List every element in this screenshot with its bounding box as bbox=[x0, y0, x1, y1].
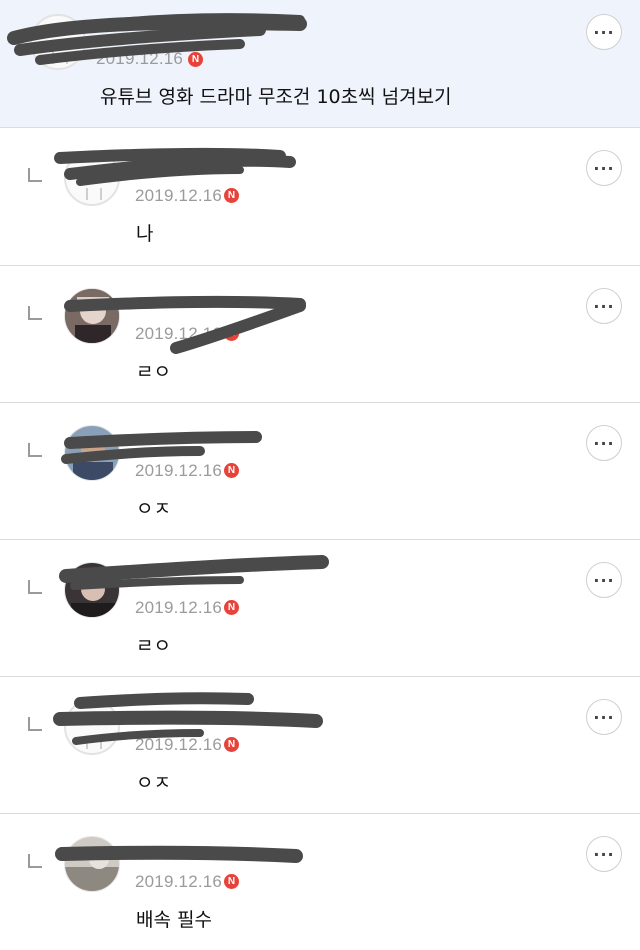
more-options-button[interactable]: ... bbox=[586, 288, 622, 324]
comment-item: 2019.12.16 N ㅇㅈ ... bbox=[0, 403, 640, 540]
name-redaction bbox=[7, 13, 307, 65]
comment-text: ㅇㅈ bbox=[136, 772, 171, 794]
comment-item: 2019.12.16 N ㅇㅈ ... bbox=[0, 677, 640, 814]
comment-text: 유튜브 영화 드라마 무조건 10초씩 넘겨보기 bbox=[100, 86, 452, 108]
more-options-button[interactable]: ... bbox=[586, 562, 622, 598]
comment-text: 나 bbox=[136, 223, 154, 245]
more-dots-icon: ... bbox=[593, 841, 615, 860]
more-dots-icon: ... bbox=[593, 704, 615, 723]
comment-item: 2019.12.16 N 유튜브 영화 드라마 무조건 10초씩 넘겨보기 ..… bbox=[0, 0, 640, 128]
comment-item: 2019.12.16 N ㄹㅇ ... bbox=[0, 540, 640, 677]
comment-text: ㅇㅈ bbox=[136, 498, 171, 520]
name-redaction bbox=[55, 845, 303, 863]
more-dots-icon: ... bbox=[593, 293, 615, 312]
comment-item: 2019.12.16 N 배속 필수 ... bbox=[0, 814, 640, 950]
more-dots-icon: ... bbox=[593, 430, 615, 449]
comment-item: 2019.12.16 N ㄹㅇ ... bbox=[0, 266, 640, 403]
more-options-button[interactable]: ... bbox=[586, 425, 622, 461]
comment-text: 배속 필수 bbox=[136, 909, 212, 931]
name-redaction bbox=[64, 295, 306, 354]
more-options-button[interactable]: ... bbox=[586, 14, 622, 50]
name-redaction bbox=[61, 431, 262, 464]
name-redaction bbox=[54, 147, 296, 186]
name-redaction bbox=[59, 555, 329, 590]
name-redaction bbox=[53, 692, 323, 745]
comment-text: ㄹㅇ bbox=[136, 635, 171, 657]
comment-text: ㄹㅇ bbox=[136, 361, 171, 383]
more-options-button[interactable]: ... bbox=[586, 836, 622, 872]
comment-item: 2019.12.16 N 나 ... bbox=[0, 128, 640, 266]
more-dots-icon: ... bbox=[593, 155, 615, 174]
more-options-button[interactable]: ... bbox=[586, 150, 622, 186]
more-options-button[interactable]: ... bbox=[586, 699, 622, 735]
more-dots-icon: ... bbox=[593, 19, 615, 38]
more-dots-icon: ... bbox=[593, 567, 615, 586]
